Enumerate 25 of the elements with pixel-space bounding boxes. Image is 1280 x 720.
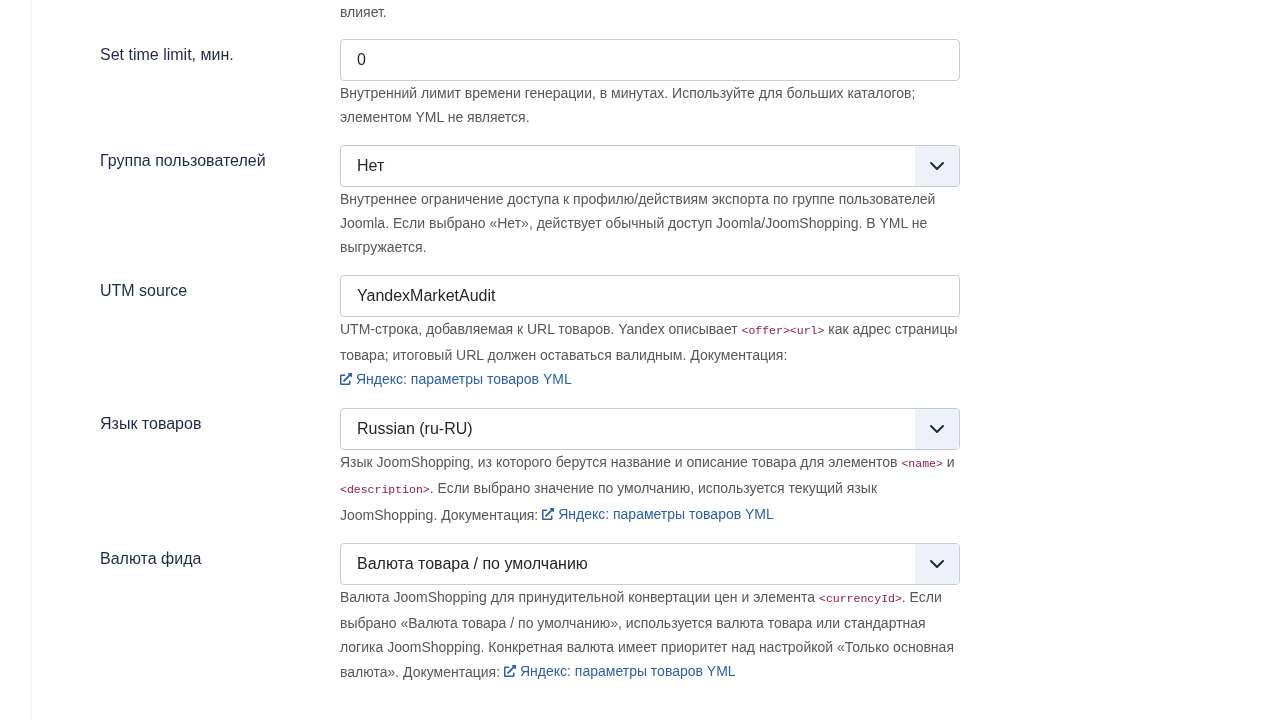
field-label: UTM source <box>100 282 188 299</box>
field-label: Язык товаров <box>100 415 202 432</box>
field-label: Группа пользователей <box>100 152 266 169</box>
text-input[interactable]: YandexMarketAudit <box>340 275 960 317</box>
external-link-icon <box>542 508 555 520</box>
chevron-down-icon <box>915 409 959 449</box>
external-link-icon <box>503 665 516 677</box>
chevron-down-icon <box>915 146 959 186</box>
dropdown-select[interactable]: Валюта товара / по умолчанию <box>340 543 960 585</box>
external-link-icon <box>340 373 352 385</box>
field-description: UTM-строка, добавляемая к URL товаров. Yandex описывает <offer><url> как адрес страницы товара; итоговый URL должен оставаться валидным. Документация: Яндекс: параметры товаров YML <box>340 317 960 392</box>
field-description: Валюта JoomShopping для принудительной конвертации цен и элемента <currencyId>. Если выбрано «Валюта товара / по умолчанию», используется валюта товара или стандартная логика JoomShopping. Конкретная валюта имеет приоритет над настройкой «Только основная валюта». Документация: Яндекс: параметры товаров YML <box>340 585 960 684</box>
field-label: Валюта фида <box>100 550 202 567</box>
field-description: Внутренний лимит времени генерации, в минутах. Используйте для больших каталогов; элементом YML не является. <box>340 84 917 127</box>
chevron-down-icon <box>915 544 959 584</box>
field-description: Язык JoomShopping, из которого берутся название и описание товара для элементов <name> и <description>. Если выбрано значение по умолчанию, используется текущий язык JoomShopping. Документация: Яндекс: параметры товаров YML <box>340 450 960 527</box>
docs-link[interactable]: Яндекс: параметры товаров YML <box>542 502 774 526</box>
field-description: Внутреннее ограничение доступа к профилю/действиям экспорта по группе пользователей Joomla. Если выбрано «Нет», действует обычный доступ Joomla/JoomShopping. В YML не выгружается. <box>340 190 937 257</box>
field-label: Set time limit, мин. <box>100 46 234 63</box>
text-input[interactable]: 0 <box>340 39 960 81</box>
docs-link[interactable]: Яндекс: параметры товаров YML <box>503 659 736 683</box>
dropdown-select[interactable]: Нет <box>340 145 960 187</box>
field-description: влияет. <box>340 3 388 22</box>
docs-link[interactable]: Яндекс: параметры товаров YML <box>340 367 572 391</box>
dropdown-select[interactable]: Russian (ru-RU) <box>340 408 960 450</box>
